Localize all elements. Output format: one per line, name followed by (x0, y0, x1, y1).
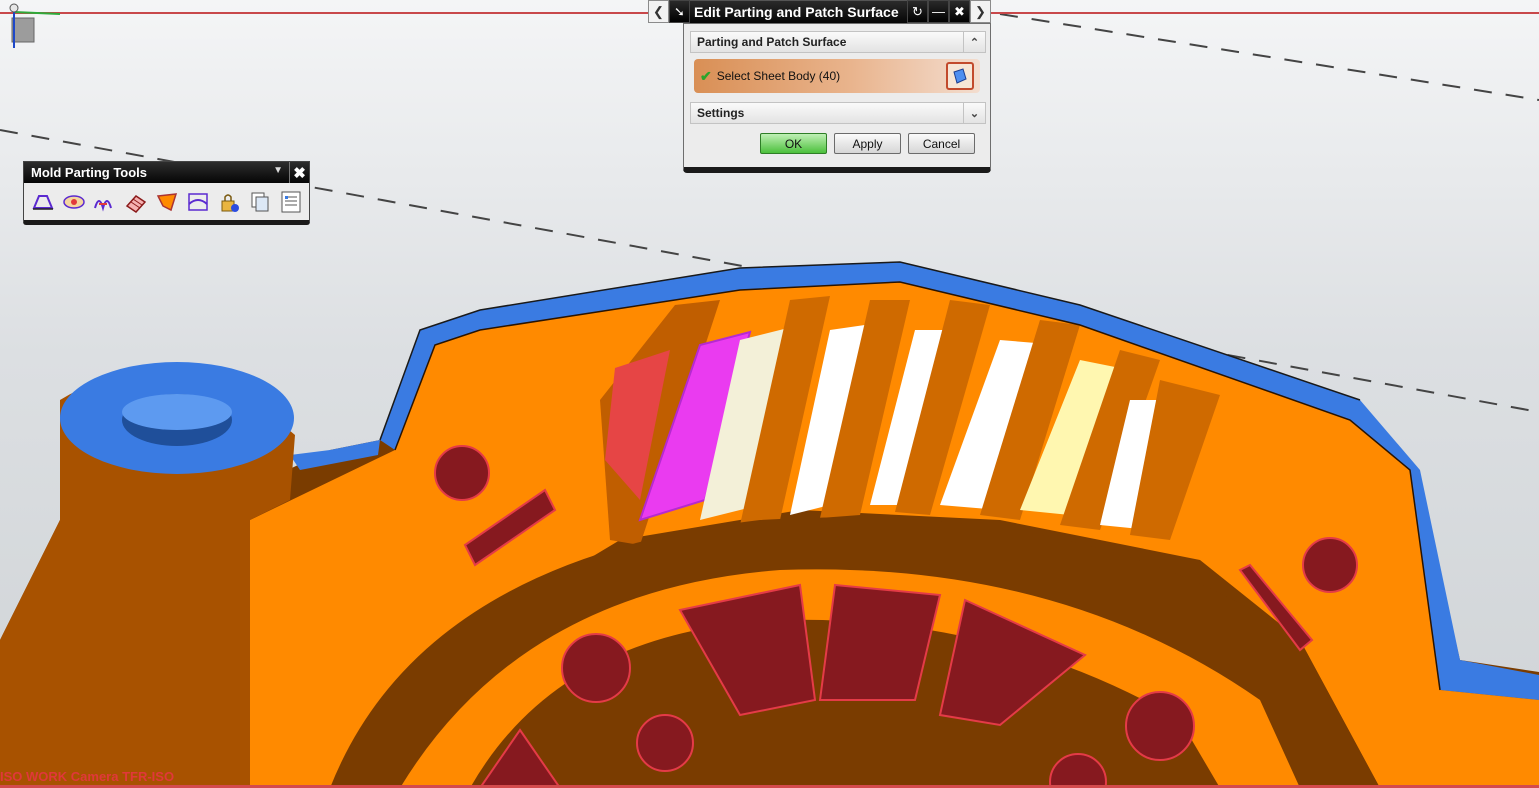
group-header-parting[interactable]: Parting and Patch Surface ⌃ (690, 31, 986, 53)
ok-button[interactable]: OK (760, 133, 827, 154)
cancel-button[interactable]: Cancel (908, 133, 975, 154)
minimize-button[interactable]: — (928, 0, 949, 23)
settings-label: Settings (697, 106, 745, 120)
sheet-body-icon (953, 68, 967, 84)
toolbar-titlebar[interactable]: Mold Parting Tools ▼ ✖ (24, 162, 309, 183)
previous-dialog-button[interactable]: ❮ (648, 0, 669, 23)
lock-check-icon (221, 194, 239, 212)
sheet-body-select-button[interactable] (946, 62, 974, 90)
curve-patch-icon (94, 200, 112, 212)
select-sheet-body-label: Select Sheet Body (40) (716, 69, 841, 83)
region-analysis-button[interactable] (30, 189, 56, 215)
dialog-title: Edit Parting and Patch Surface (690, 0, 907, 23)
region-analysis-icon (32, 195, 54, 210)
chevron-up-icon[interactable]: ⌃ (963, 32, 985, 52)
dropdown-arrow-icon[interactable]: ▼ (273, 165, 283, 176)
extend-surface-button[interactable] (154, 189, 180, 215)
pin-icon: ➘ (674, 3, 685, 19)
group-title: Parting and Patch Surface (697, 35, 847, 49)
reset-button[interactable]: ↻ (907, 0, 928, 23)
checkmark-icon: ✔ (700, 67, 712, 84)
lock-check-button[interactable] (216, 189, 242, 215)
chevron-left-icon: ❮ (653, 3, 664, 19)
list-button[interactable] (278, 189, 304, 215)
close-icon: ✖ (954, 3, 965, 19)
curve-patch-button[interactable] (92, 189, 118, 215)
mesh-surface-icon (125, 195, 147, 213)
select-sheet-body-row[interactable]: ✔ Select Sheet Body (40) (694, 59, 980, 93)
copy-icon (251, 192, 269, 212)
design-region-icon (63, 195, 85, 209)
parting-surface-icon (188, 193, 208, 211)
design-region-button[interactable] (61, 189, 87, 215)
parting-surface-button[interactable] (185, 189, 211, 215)
dialog-titlebar[interactable]: ❮ ➘ Edit Parting and Patch Surface ↻ — ✖… (648, 0, 991, 23)
mold-parting-toolbar: Mold Parting Tools ▼ ✖ (23, 161, 310, 225)
apply-button[interactable]: Apply (834, 133, 901, 154)
extend-surface-icon (156, 193, 178, 212)
list-icon (281, 191, 301, 213)
close-icon[interactable]: ✖ (289, 162, 309, 183)
minimize-icon: — (932, 4, 945, 19)
camera-view-label: ISO WORK Camera TFR-ISO (0, 769, 175, 784)
dialog-menu-button[interactable]: ➘ (669, 0, 690, 23)
chevron-right-icon: ❯ (975, 3, 986, 19)
copy-button[interactable] (247, 189, 273, 215)
next-dialog-button[interactable]: ❯ (970, 0, 991, 23)
view-triad-icon (9, 3, 61, 48)
edit-parting-dialog: Parting and Patch Surface ⌃ ✔ Select She… (683, 23, 991, 173)
chevron-down-icon[interactable]: ⌄ (963, 103, 985, 123)
reset-icon: ↻ (912, 3, 923, 19)
group-header-settings[interactable]: Settings ⌄ (690, 102, 986, 124)
close-dialog-button[interactable]: ✖ (949, 0, 970, 23)
mesh-surface-button[interactable] (123, 189, 149, 215)
toolbar-title: Mold Parting Tools (31, 165, 148, 180)
